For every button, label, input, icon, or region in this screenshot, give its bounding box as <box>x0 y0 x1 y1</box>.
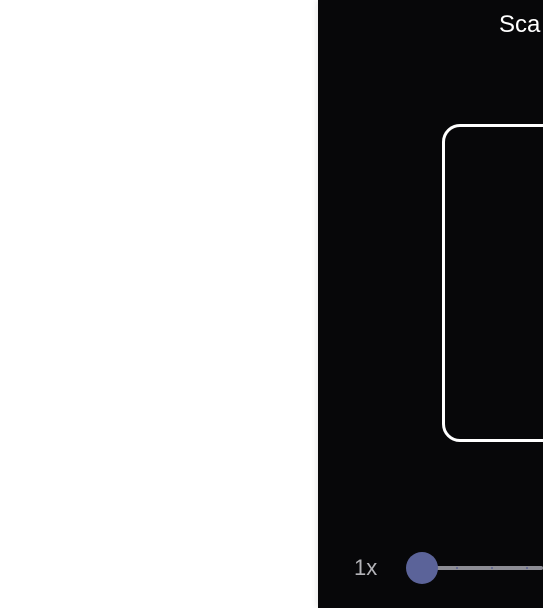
screen: Sca 1x <box>0 0 543 608</box>
blank-area <box>0 0 318 608</box>
page-title: Sca <box>499 11 541 38</box>
scan-frame <box>442 124 543 442</box>
zoom-control: 1x <box>318 548 543 588</box>
camera-preview-panel: Sca 1x <box>318 0 543 608</box>
zoom-slider-track[interactable] <box>422 566 543 570</box>
slider-step-dot <box>491 567 493 569</box>
slider-step-dot <box>526 567 528 569</box>
zoom-slider-thumb[interactable] <box>406 552 438 584</box>
slider-step-dot <box>456 567 458 569</box>
zoom-label: 1x <box>354 555 378 580</box>
